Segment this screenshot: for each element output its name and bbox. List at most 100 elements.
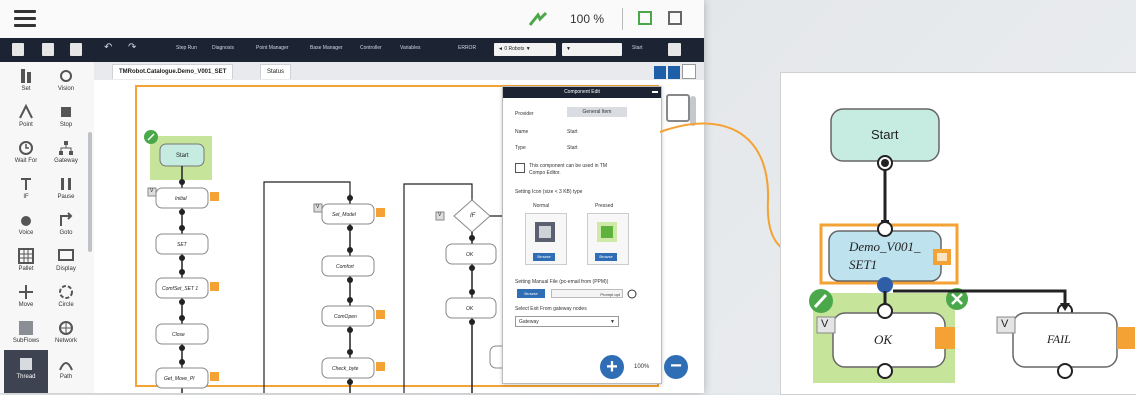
- checkbox-text: This component can be used in TM Compo E…: [529, 163, 608, 176]
- node-thread[interactable]: Thread: [4, 350, 48, 393]
- flow-label: Check_byte: [332, 366, 359, 372]
- zoom-out-button[interactable]: −: [664, 355, 688, 379]
- open-file-icon[interactable]: [42, 43, 54, 56]
- toolbar-variables[interactable]: Variables: [400, 45, 420, 51]
- speed-dropdown[interactable]: ▼: [562, 43, 622, 56]
- flow-label: OK: [466, 306, 474, 312]
- flow-label: Close: [172, 332, 185, 338]
- name-value: Start: [567, 129, 578, 135]
- type-value: Start: [567, 145, 578, 151]
- toolbar-point-manager[interactable]: Point Manager: [256, 45, 289, 51]
- compo-editor-checkbox[interactable]: [515, 163, 525, 173]
- thread-icon: [20, 358, 32, 370]
- type-label: Type: [515, 145, 526, 151]
- top-bar: 100 %: [0, 0, 704, 39]
- project-toolbar: ↶ ↷ Step Run Diagnosis Point Manager Bas…: [0, 38, 704, 62]
- redo-icon[interactable]: ↷: [128, 42, 136, 53]
- voice-icon: [21, 216, 31, 226]
- component-edit-header: Component Edit: [503, 87, 661, 98]
- path-icon: [59, 362, 73, 371]
- flow-label: Comfort: [336, 264, 354, 270]
- zoom-callout: Start Demo_V001_ SET1 OK FAIL V V: [780, 72, 1136, 395]
- flow-label: Set_Model: [332, 212, 356, 218]
- layout-icon[interactable]: [668, 43, 681, 56]
- subflow-icon: [210, 282, 219, 291]
- normal-icon: [535, 222, 555, 242]
- canvas-zoom-label: 100%: [634, 364, 650, 370]
- help-icon[interactable]: [627, 289, 637, 299]
- vision-icon: [60, 70, 72, 82]
- undo-icon[interactable]: ↶: [104, 42, 112, 53]
- callout-fail-subflow-icon: [1117, 327, 1135, 349]
- flow-label: ComOpen: [334, 314, 357, 320]
- display-icon: [58, 249, 74, 261]
- icon-setting-label: Setting Icon (size < 3 KB) type: [515, 189, 583, 195]
- gateway-select-label: Select Exit From gateway nodes: [515, 306, 587, 312]
- speed-readout: 100 %: [570, 12, 605, 26]
- gateway-icon: [59, 141, 73, 155]
- gateway-select[interactable]: Gateway ▼: [515, 316, 619, 327]
- stop-icon: [61, 107, 71, 117]
- divider: [622, 8, 623, 30]
- flow-label: Initial: [175, 196, 187, 202]
- flow-label: IF: [470, 213, 476, 219]
- node-panel: Set Vision Point Stop Wait For Gateway I…: [0, 62, 95, 393]
- pressed-label: Pressed: [595, 203, 614, 209]
- zoom-in-button[interactable]: +: [600, 355, 624, 379]
- toolbar-base-manager[interactable]: Base Manager: [310, 45, 343, 51]
- browse-normal-button[interactable]: Browse: [533, 253, 555, 261]
- flow-label-start: Start: [176, 153, 189, 159]
- menu-icon[interactable]: [14, 10, 36, 28]
- callout-ok-subflow-icon: [935, 327, 955, 349]
- name-label: Name: [515, 129, 529, 135]
- subflow-icon: [210, 372, 219, 381]
- v-label: V: [438, 212, 442, 218]
- toolbar-start[interactable]: Start: [632, 45, 643, 51]
- callout-demo-label-1: Demo_V001_: [849, 239, 921, 254]
- callout-ok-label: OK: [874, 332, 893, 347]
- toolbar-diagnosis[interactable]: Diagnosis: [212, 45, 234, 51]
- provider-label: Provider: [515, 111, 534, 117]
- provider-value[interactable]: General Item: [567, 107, 627, 117]
- callout-start-label: Start: [871, 127, 899, 142]
- pause-icon: [61, 178, 71, 190]
- callout-fail-label: FAIL: [1047, 332, 1071, 346]
- callout-diagram: [809, 108, 1135, 383]
- toolbar-controller[interactable]: Controller: [360, 45, 382, 51]
- node-panel-scrollbar[interactable]: [88, 132, 92, 252]
- minimize-icon[interactable]: [652, 91, 658, 93]
- manual-file-input[interactable]: Prompt opt: [551, 289, 623, 298]
- grid-icon[interactable]: [638, 11, 652, 25]
- pressed-icon: [597, 222, 617, 242]
- circle-icon: [59, 285, 73, 299]
- subflow-icon: [376, 208, 385, 217]
- flow-label: Get_Move_PI: [164, 376, 195, 382]
- set-icon: [21, 69, 31, 83]
- tab-menu-button[interactable]: [682, 64, 696, 79]
- tab-status[interactable]: Status: [260, 64, 292, 79]
- window-icon[interactable]: [668, 11, 682, 25]
- callout-demo-label-2: SET1: [849, 257, 878, 272]
- flow-label: OK: [466, 252, 474, 258]
- node-path[interactable]: Path: [44, 350, 88, 393]
- tab-next-button[interactable]: [668, 66, 680, 79]
- tab-project[interactable]: TMRobot.Catalogue.Demo_V001_SET: [112, 64, 234, 79]
- new-file-icon[interactable]: [12, 43, 24, 56]
- browse-manual-button[interactable]: Browse: [517, 289, 545, 298]
- normal-label: Normal: [533, 203, 550, 209]
- callout-v-label: V: [821, 318, 829, 330]
- browse-pressed-button[interactable]: Browse: [595, 253, 617, 261]
- component-edit-panel: Component Edit Provider General Item Nam…: [502, 86, 662, 384]
- tmflow-window: 100 % ↶ ↷ Step Run Diagnosis Point Manag…: [0, 0, 704, 393]
- manual-file-label: Setting Manual File (pc-email from (PPM)…: [515, 279, 609, 285]
- tab-prev-button[interactable]: [654, 66, 666, 79]
- v-label: V: [316, 204, 320, 210]
- subflow-icon: [210, 192, 219, 201]
- clock-icon: [19, 141, 33, 155]
- save-icon[interactable]: [70, 43, 82, 56]
- flow-label: ComfSet_SET 1: [162, 286, 199, 292]
- toolbar-step-run[interactable]: Step Run: [176, 45, 197, 51]
- subflow-icon: [376, 310, 385, 319]
- move-icon: [19, 285, 33, 299]
- robot-dropdown[interactable]: ◄ 0 Robots ▼: [494, 43, 556, 56]
